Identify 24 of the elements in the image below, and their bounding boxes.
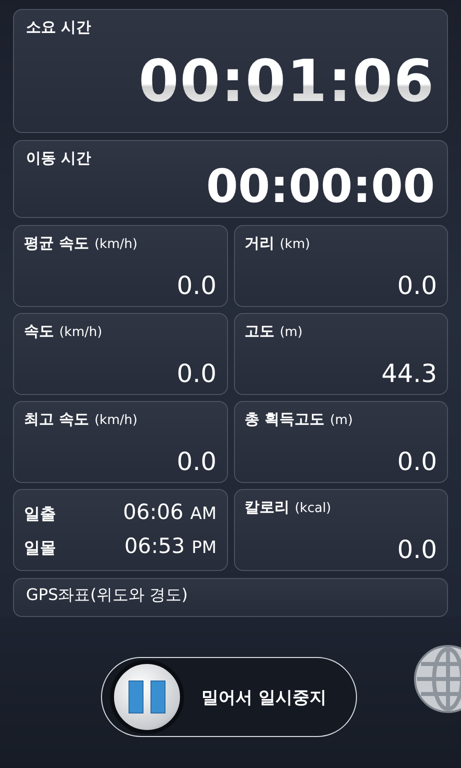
stat-label: 고도 (m) (244, 322, 303, 341)
stat-value: 0.0 (397, 536, 437, 562)
sun-time: 06:06 AM (122, 500, 216, 524)
stat-value: 0.0 (176, 272, 216, 298)
stat-label: 평균 속도 (km/h) (24, 234, 138, 253)
pause-knob[interactable] (110, 660, 184, 734)
stat-label: 칼로리 (kcal) (244, 498, 332, 517)
stat-label: 총 획득고도 (m) (244, 410, 353, 429)
stat-label: 속도 (km/h) (24, 322, 102, 341)
stat-label: 최고 속도 (km/h) (24, 410, 138, 429)
stat-value: 0.0 (397, 272, 437, 298)
sun-label: 일몰 (24, 538, 56, 560)
moving-time: 00:00:00 (206, 162, 435, 209)
stat-value: 44.3 (381, 360, 437, 386)
slide-to-pause-slider[interactable]: 밀어서 일시중지 (100, 657, 356, 737)
gps-label: GPS좌표(위도와 경도) (26, 584, 188, 604)
sun-time: 06:53 PM (124, 534, 216, 558)
sun-label: 일출 (24, 504, 56, 526)
moving-label: 이동 시간 (26, 149, 92, 168)
stat-value: 0.0 (176, 448, 216, 474)
stat-label: 거리 (km) (244, 234, 310, 253)
elapsed-label: 소요 시간 (26, 18, 92, 37)
stat-value: 0.0 (397, 448, 437, 474)
stat-value: 0.0 (176, 360, 216, 386)
